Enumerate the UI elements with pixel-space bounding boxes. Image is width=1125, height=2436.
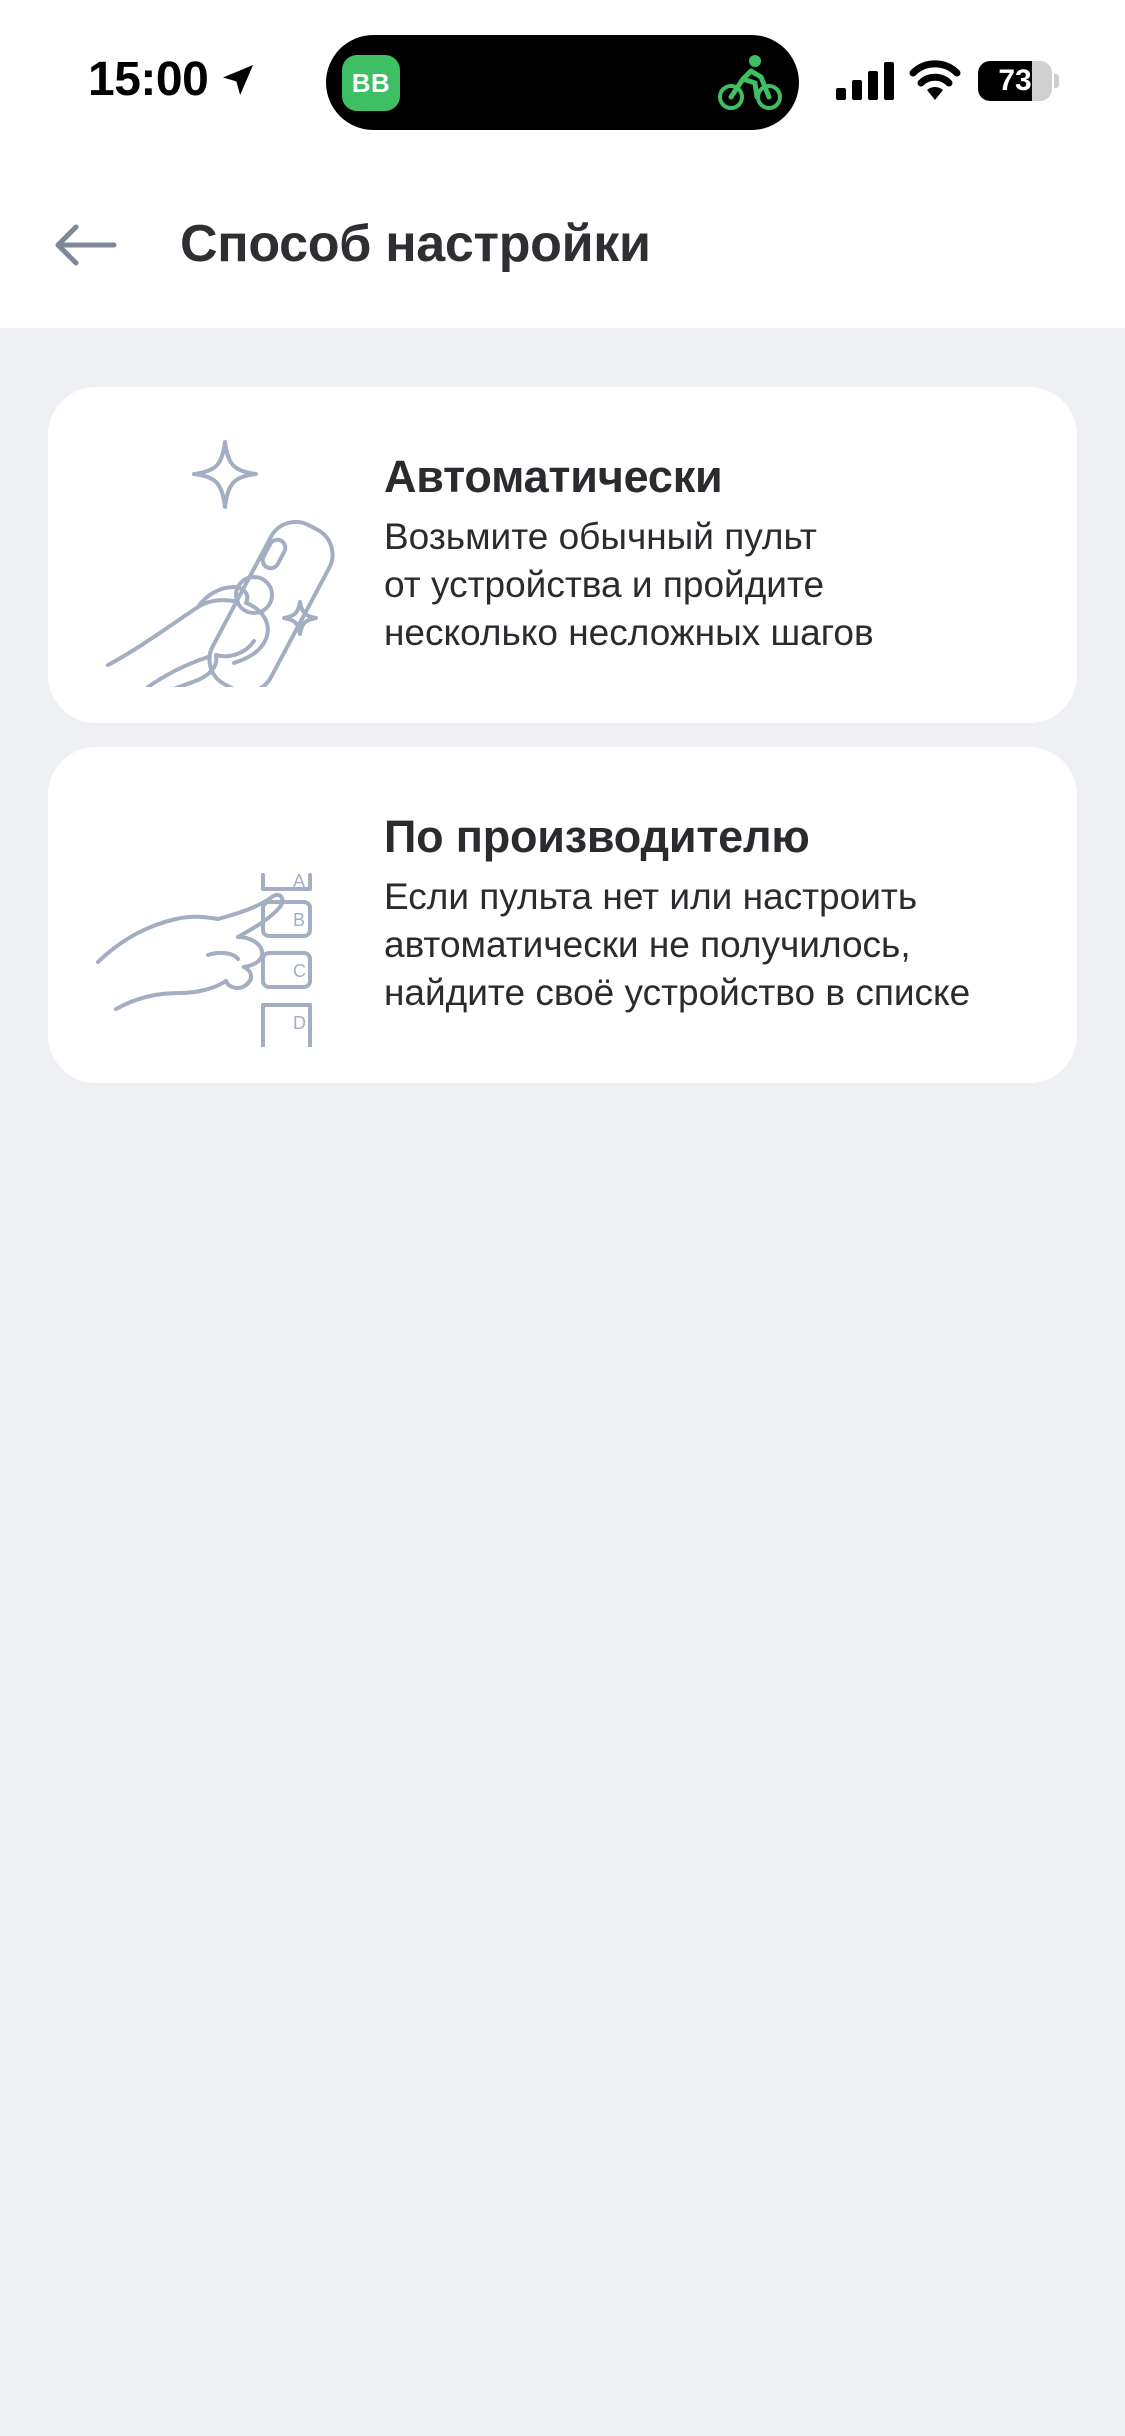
list-letter: A — [293, 871, 305, 891]
dynamic-island[interactable]: BB — [326, 35, 799, 130]
option-description: Возьмите обычный пульт от устройства и п… — [384, 513, 1054, 657]
battery-level: 73 — [998, 64, 1032, 97]
cellular-signal-icon — [836, 62, 894, 100]
list-letter: C — [293, 961, 306, 981]
header: Способ настройки — [0, 162, 1125, 328]
option-title: Автоматически — [384, 451, 723, 502]
list-letter: B — [293, 910, 305, 930]
back-button[interactable] — [40, 200, 130, 290]
status-bar: 15:00 BB 73 — [0, 0, 1125, 162]
location-arrow-icon — [223, 65, 253, 95]
option-description-line: автоматически не получилось, — [384, 924, 911, 965]
option-title: По производителю — [384, 811, 810, 862]
option-description-line: Возьмите обычный пульт — [384, 516, 817, 557]
screen: 15:00 BB 73 Способ настройки Автоматичес… — [0, 0, 1125, 2436]
option-card-by-manufacturer[interactable]: A B C D По производителю Если пульта нет… — [48, 747, 1077, 1083]
battery-body: 73 — [978, 61, 1052, 101]
island-app-icon: BB — [342, 55, 400, 111]
option-description-line: найдите своё устройство в списке — [384, 972, 971, 1013]
bike-icon — [718, 55, 782, 110]
status-time: 15:00 — [88, 53, 209, 106]
wifi-icon — [909, 60, 961, 100]
option-description-line: от устройства и пройдите — [384, 564, 825, 605]
battery-cap — [1054, 74, 1059, 88]
list-letter: D — [293, 1013, 306, 1033]
arrow-left-icon — [55, 224, 117, 266]
hand-remote-illustration — [106, 440, 335, 687]
option-description: Если пульта нет или настроить автоматиче… — [384, 873, 1054, 1017]
option-description-line: Если пульта нет или настроить — [384, 876, 918, 917]
battery-icon: 73 — [978, 61, 1059, 101]
hand-list-illustration: A B C D — [96, 871, 312, 1047]
page-title: Способ настройки — [180, 215, 651, 273]
option-description-line: несколько несложных шагов — [384, 612, 874, 653]
option-card-automatic[interactable]: Автоматически Возьмите обычный пульт от … — [48, 387, 1077, 723]
